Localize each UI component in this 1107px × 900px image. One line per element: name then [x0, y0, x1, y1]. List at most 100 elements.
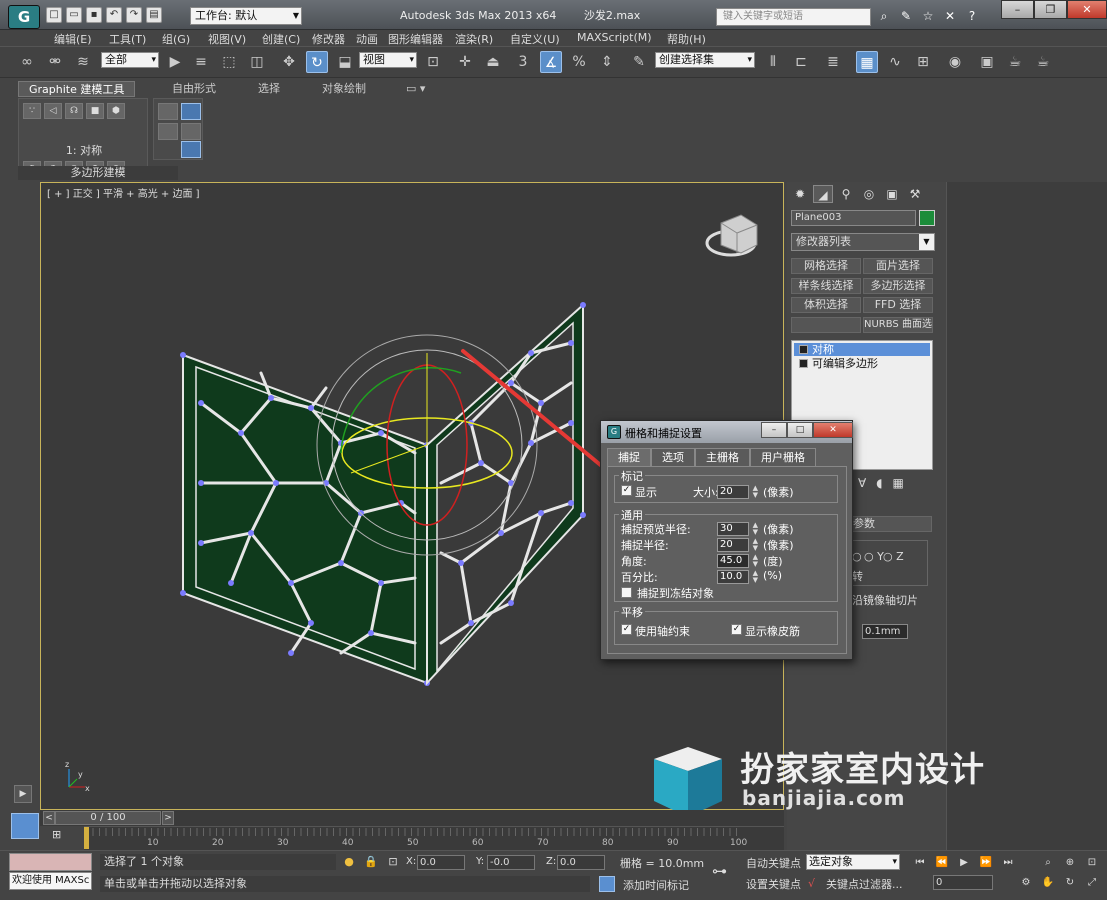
graphite-toggle-icon[interactable]: ▦	[856, 51, 878, 73]
menu-help[interactable]: 帮助(H)	[667, 31, 706, 47]
bind-spacewarp-icon[interactable]: ≋	[72, 51, 94, 73]
remove-modifier-icon[interactable]: ◖	[876, 476, 882, 490]
menu-modifiers[interactable]: 修改器	[312, 31, 345, 47]
schematic-view-icon[interactable]: ⊞	[912, 51, 934, 73]
percent-snap-icon[interactable]: %	[568, 51, 590, 73]
maxscript-listener[interactable]: 欢迎使用 MAXSc	[9, 872, 92, 890]
keyboard-shortcut-icon[interactable]: ⏏	[482, 51, 504, 73]
time-slider[interactable]: 0 / 100	[55, 811, 161, 825]
menu-customize[interactable]: 自定义(U)	[510, 31, 560, 47]
help-icon[interactable]: ?	[964, 8, 980, 24]
zoom-icon[interactable]: ⌕	[1040, 855, 1056, 870]
element-icon[interactable]: ⬢	[107, 103, 125, 119]
align-icon[interactable]: ⊏	[790, 51, 812, 73]
unlink-icon[interactable]: ⚮	[44, 51, 66, 73]
snap-toggle-icon[interactable]: 3	[512, 51, 534, 73]
slice-checkbox-label[interactable]: 沿镜像轴切片	[852, 592, 918, 608]
spinner-arrows-icon[interactable]: ▲ ▼	[753, 485, 758, 499]
object-color-swatch[interactable]	[919, 210, 935, 226]
edit-pivot-icon[interactable]	[181, 123, 201, 140]
pin-stack-icon[interactable]	[158, 103, 178, 120]
angle-spinner[interactable]: 45.0 ▲ ▼	[717, 554, 758, 568]
mini-listener-icon[interactable]	[11, 813, 39, 839]
selection-filter-dropdown[interactable]: 全部	[101, 52, 159, 68]
patch-select-button[interactable]: 面片选择	[863, 258, 933, 274]
tab-object-paint[interactable]: 对象绘制	[322, 81, 366, 97]
current-frame-marker[interactable]	[84, 827, 89, 849]
nurbs-select-button[interactable]: NURBS 曲面选择	[863, 317, 933, 333]
menu-animation[interactable]: 动画	[356, 31, 378, 47]
prev-frame-icon[interactable]: ⏪	[934, 855, 950, 870]
parameters-rollout[interactable]: 参数	[850, 516, 932, 532]
viewcube-icon[interactable]	[705, 214, 758, 257]
workspace-dropdown[interactable]: 工作台: 默认 ▼	[190, 7, 302, 25]
auto-key-button[interactable]: 自动关键点	[746, 855, 801, 871]
utilities-tab-icon[interactable]: ⚒	[905, 185, 925, 203]
axis-constraint-checkbox[interactable]: ✓	[621, 624, 632, 635]
snap-radius-spinner[interactable]: 20 ▲ ▼	[717, 538, 758, 552]
configure-icon[interactable]	[158, 123, 178, 140]
lock-icon[interactable]: 🔒	[364, 855, 378, 869]
x-coordinate[interactable]: 0.0	[417, 855, 465, 870]
size-spinner[interactable]: 20 ▲ ▼	[717, 485, 758, 499]
expand-icon[interactable]: ▶	[14, 785, 32, 803]
expand-icon[interactable]	[799, 345, 808, 354]
volume-select-button[interactable]: 体积选择	[791, 297, 861, 313]
dialog-titlebar[interactable]: G 栅格和捕捉设置 – □ ✕	[601, 421, 853, 443]
y-coordinate[interactable]: -0.0	[487, 855, 535, 870]
new-file-icon[interactable]: □	[46, 7, 62, 23]
set-key-icon[interactable]: ⊶	[712, 862, 727, 880]
menu-rendering[interactable]: 渲染(R)	[455, 31, 493, 47]
isolate-icon[interactable]: ●	[342, 855, 356, 869]
make-unique-icon[interactable]: ∀	[858, 476, 866, 490]
tab-home-grid[interactable]: 主栅格	[695, 448, 750, 466]
pivot-center-icon[interactable]: ⊡	[422, 51, 444, 73]
prev-frame-icon[interactable]: <	[43, 811, 55, 825]
window-crossing-icon[interactable]: ◫	[246, 51, 268, 73]
next-frame-icon[interactable]: ⏩	[978, 855, 994, 870]
create-tab-icon[interactable]: ✹	[790, 185, 810, 203]
close-button[interactable]: ✕	[1067, 0, 1107, 19]
tab-freeform[interactable]: 自由形式	[172, 81, 216, 97]
spinner-arrows-icon[interactable]: ▲ ▼	[753, 554, 758, 568]
poly-select-button[interactable]: 多边形选择	[863, 278, 933, 294]
menu-group[interactable]: 组(G)	[162, 31, 190, 47]
menu-maxscript[interactable]: MAXScript(M)	[577, 31, 652, 44]
spinner-arrows-icon[interactable]: ▲ ▼	[753, 538, 758, 552]
object-name-field[interactable]: Plane003	[791, 210, 916, 226]
menu-edit[interactable]: 编辑(E)	[54, 31, 92, 47]
trackbar-key-icon[interactable]: ⊞	[52, 828, 61, 841]
polygon-icon[interactable]: ■	[86, 103, 104, 119]
key-filters-button[interactable]: 关键点过滤器...	[826, 876, 903, 892]
curve-editor-icon[interactable]: ∿	[884, 51, 906, 73]
modifier-list-dropdown[interactable]: 修改器列表 ▼	[791, 233, 935, 251]
stack-item-symmetry[interactable]: 对称	[794, 343, 930, 356]
select-by-name-icon[interactable]: ≡	[190, 51, 212, 73]
hierarchy-tab-icon[interactable]: ⚲	[836, 185, 856, 203]
app-logo-icon[interactable]: G	[8, 5, 40, 29]
rotate-icon[interactable]: ↻	[306, 51, 328, 73]
maximize-button[interactable]: □	[787, 422, 813, 438]
menu-tools[interactable]: 工具(T)	[109, 31, 146, 47]
close-icon[interactable]: ✕	[942, 8, 958, 24]
render-setup-icon[interactable]: ▣	[976, 51, 998, 73]
spinner-arrows-icon[interactable]: ▲ ▼	[753, 522, 758, 536]
minimize-button[interactable]: –	[761, 422, 787, 438]
render-production-icon[interactable]: ☕	[1032, 51, 1054, 73]
empty-mod-button[interactable]	[791, 317, 861, 333]
show-checkbox[interactable]: ✓	[621, 485, 632, 496]
material-editor-icon[interactable]: ◉	[944, 51, 966, 73]
project-folder-icon[interactable]: ▤	[146, 7, 162, 23]
motion-tab-icon[interactable]: ◎	[859, 185, 879, 203]
transform-mode-icon[interactable]: ⊡	[386, 855, 400, 869]
set-key-button[interactable]: 设置关键点	[746, 876, 801, 892]
axis-radio-z[interactable]: ○ Z	[883, 550, 904, 563]
ribbon-panel-footer[interactable]: 多边形建模	[18, 166, 178, 180]
reference-coord-dropdown[interactable]: 视图	[359, 52, 417, 68]
maximize-viewport-icon[interactable]: ⤢	[1084, 875, 1100, 890]
vertex-icon[interactable]: ∵	[23, 103, 41, 119]
current-frame-field[interactable]: 0	[933, 875, 993, 890]
go-to-start-icon[interactable]: ⏮	[912, 855, 928, 870]
flip-checkbox-label[interactable]: 转	[852, 568, 863, 584]
binoculars-icon[interactable]: ⌕	[876, 8, 892, 24]
